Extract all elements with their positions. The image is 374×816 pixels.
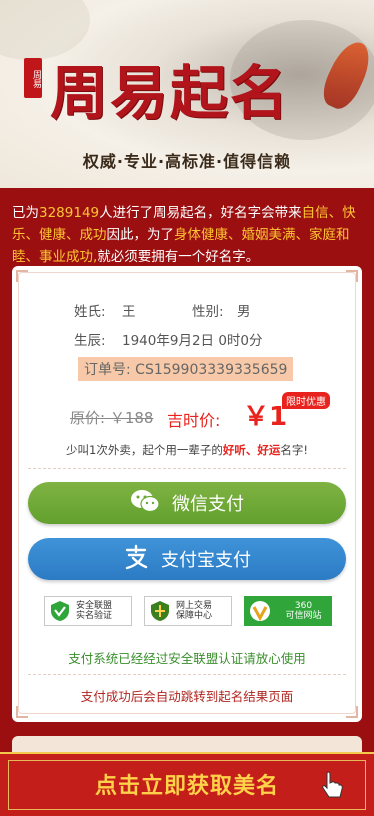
trade-protection-badge[interactable]: 网上交易 保障中心 bbox=[144, 596, 232, 626]
order-card: 姓氏: 王 性别: 男 生辰: 1940年9月2日 0时0分 订单号: CS15… bbox=[12, 266, 362, 722]
divider bbox=[28, 674, 346, 676]
birth-label: 生辰: bbox=[74, 333, 106, 349]
alipay-label: 支付宝支付 bbox=[161, 550, 251, 571]
slogan-part: 名字! bbox=[280, 443, 308, 457]
cert-line: 保障中心 bbox=[176, 611, 213, 621]
wechat-icon bbox=[130, 488, 160, 519]
intro-part: 因此，为了 bbox=[106, 227, 175, 243]
security-alliance-badge[interactable]: 安全联盟 实名验证 bbox=[44, 596, 132, 626]
corner-ornament bbox=[16, 270, 28, 282]
cta-label: 点击立即获取美名 bbox=[94, 774, 279, 799]
shield-icon bbox=[151, 601, 169, 621]
alipay-button[interactable]: 支付宝支付 bbox=[28, 538, 346, 580]
price-slogan: 少叫1次外卖，起个用一辈子的好听、好运名字! bbox=[12, 442, 362, 458]
original-price: 原价: ￥188 bbox=[70, 409, 154, 427]
page-subtitle: 权威·专业·高标准·值得信赖 bbox=[82, 152, 292, 171]
surname-value: 王 bbox=[122, 304, 136, 320]
verified-icon bbox=[250, 601, 270, 622]
intro-text: 已为3289149人进行了周易起名，好名字会带来自信、快乐、健康、成功因此，为了… bbox=[12, 202, 364, 268]
security-notice: 支付系统已经经过安全联盟认证请放心使用 bbox=[68, 651, 306, 666]
sale-price-label: 吉时价: bbox=[167, 411, 221, 430]
seal-stamp: 周易 bbox=[24, 58, 42, 98]
cert-line: 可信网站 bbox=[285, 611, 322, 621]
divider bbox=[28, 468, 346, 470]
surname-label: 姓氏: bbox=[74, 304, 106, 320]
gender-value: 男 bbox=[237, 304, 251, 320]
certification-badges: 安全联盟 实名验证 网上交易 保障中心 360 可信网站 bbox=[44, 596, 332, 626]
redirect-notice: 支付成功后会自动跳转到起名结果页面 bbox=[80, 689, 294, 704]
birth-value: 1940年9月2日 0时0分 bbox=[122, 333, 263, 349]
get-name-button[interactable]: 点击立即获取美名 bbox=[0, 752, 374, 816]
gender-label: 性别: bbox=[192, 304, 224, 320]
user-count: 3289149 bbox=[39, 205, 100, 221]
wechat-pay-button[interactable]: 微信支付 bbox=[28, 482, 346, 524]
order-number: 订单号: CS159903339335659 bbox=[78, 357, 294, 381]
corner-ornament bbox=[16, 706, 28, 718]
page-title: 周易起名 bbox=[50, 59, 291, 127]
pointer-hand-icon bbox=[320, 770, 344, 804]
slogan-highlight: 好听、好运 bbox=[222, 443, 281, 457]
intro-part: 已为 bbox=[12, 205, 39, 221]
alipay-icon bbox=[123, 544, 149, 575]
corner-ornament bbox=[346, 270, 358, 282]
cert-line: 网上交易 bbox=[176, 601, 213, 611]
header-banner: 周易 周易起名 权威·专业·高标准·值得信赖 bbox=[0, 0, 374, 188]
corner-ornament bbox=[346, 706, 358, 718]
sale-price: ￥1 bbox=[243, 402, 288, 432]
trusted-site-360-badge[interactable]: 360 可信网站 bbox=[244, 596, 332, 626]
wechat-pay-label: 微信支付 bbox=[172, 494, 244, 515]
slogan-part: 少叫1次外卖，起个用一辈子的 bbox=[66, 443, 223, 457]
shield-check-icon bbox=[51, 601, 69, 621]
cert-line: 安全联盟 bbox=[76, 601, 113, 611]
limited-offer-badge: 限时优惠 bbox=[282, 392, 330, 409]
intro-part: 就必须要拥有一个好名字。 bbox=[97, 249, 260, 265]
intro-part: 人进行了周易起名，好名字会带来 bbox=[99, 205, 302, 221]
cert-line: 360 bbox=[294, 601, 313, 611]
cert-line: 实名验证 bbox=[76, 611, 113, 621]
